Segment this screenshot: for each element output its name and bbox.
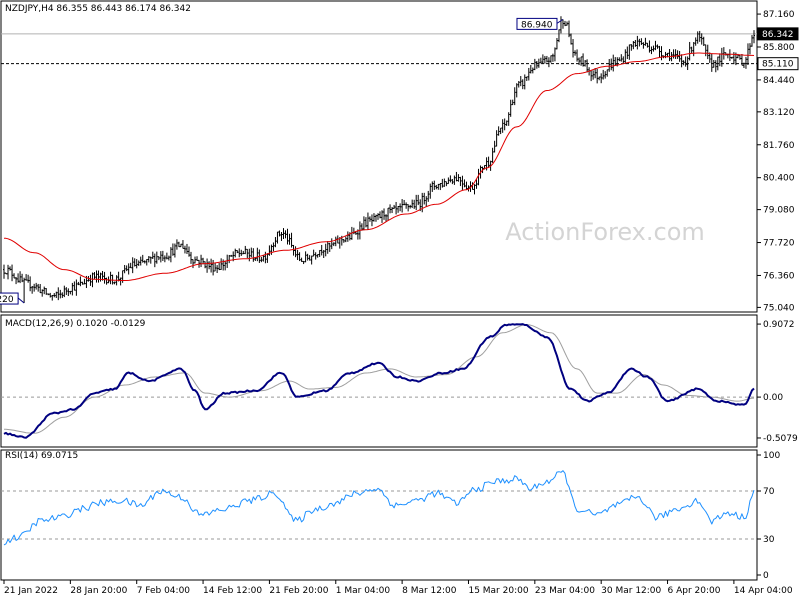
rsi-axis-tick-label: 0 [763,571,769,581]
price-axis-tick-label: 79.080 [763,206,795,216]
time-axis-label: 15 Mar 20:00 [468,586,528,596]
macd-axis-tick-label: -0.5079 [763,434,798,444]
guide-lines [1,33,757,540]
time-axis-label: 1 Mar 04:00 [336,586,391,596]
high-callout-pointer [556,18,564,24]
level-line-label: 85.110 [762,60,794,70]
current-price-label: 86.342 [762,30,794,40]
price-axis-tick-label: 81.760 [763,141,795,151]
watermark: ActionForex.com [505,218,705,246]
rsi-line [3,470,755,546]
price-labels: 86.342 85.110 86.940 75.220 [0,17,799,305]
macd-signal-line [4,324,755,434]
time-axis-label: 28 Jan 20:00 [70,586,127,596]
macd-panel-frame [0,314,758,448]
candles [3,16,755,304]
rsi-panel-frame [0,449,758,581]
time-axis-label: 21 Feb 20:00 [269,586,328,596]
price-axis-tick-label: 84.440 [763,76,795,86]
indicator-lines [3,52,755,546]
nzdjpy-chart: ActionForex.com 87.160 85.800 84.440 83.120… [0,0,799,596]
price-axis-tick-label: 75.040 [763,303,795,313]
price-axis-tick-label: 83.120 [763,108,795,118]
panel-frames [0,0,758,581]
time-axis-label: 14 Feb 12:00 [203,586,262,596]
low-callout-pointer [17,297,25,304]
price-axis-tick-label: 85.800 [763,43,795,53]
moving-average-line [3,52,755,281]
high-callout: 86.940 [521,20,553,30]
macd-axis-tick-label: 0.9072 [763,320,795,330]
price-panel-title: NZDJPY,H4 86.355 86.443 86.174 86.342 [4,4,192,14]
time-axis-label: 23 Mar 04:00 [535,586,595,596]
chart-root: ActionForex.com 87.160 85.800 84.440 83.120… [0,0,800,600]
macd-axis-tick-label: 0.00 [763,393,783,403]
time-axis-label: 14 Apr 04:00 [734,586,793,596]
rsi-axis-tick-label: 70 [763,487,775,497]
price-axis-tick-label: 80.400 [763,174,795,184]
time-axis-label: 8 Mar 12:00 [402,586,457,596]
time-axis-label: 30 Mar 12:00 [601,586,661,596]
macd-panel-title: MACD(12,26,9) 0.1020 -0.0129 [4,319,147,329]
time-axis-label: 21 Jan 2022 [4,586,58,596]
rsi-axis-tick-label: 100 [763,451,780,461]
rsi-panel-title: RSI(14) 69.0715 [4,451,80,461]
price-axis: 87.160 85.800 84.440 83.120 81.760 80.400 79.0… [757,10,798,581]
price-axis-tick-label: 87.160 [763,10,795,20]
macd-line [3,323,755,439]
price-axis-tick-label: 76.360 [763,271,795,281]
time-axis: 21 Jan 2022 28 Jan 20:00 7 Feb 04:00 14 Feb… [3,580,793,596]
price-axis-tick-label: 77.720 [763,239,795,249]
time-axis-label: 6 Apr 20:00 [668,586,721,596]
time-axis-label: 7 Feb 04:00 [137,586,191,596]
rsi-axis-tick-label: 30 [763,535,775,545]
low-callout: 75.220 [0,295,14,305]
